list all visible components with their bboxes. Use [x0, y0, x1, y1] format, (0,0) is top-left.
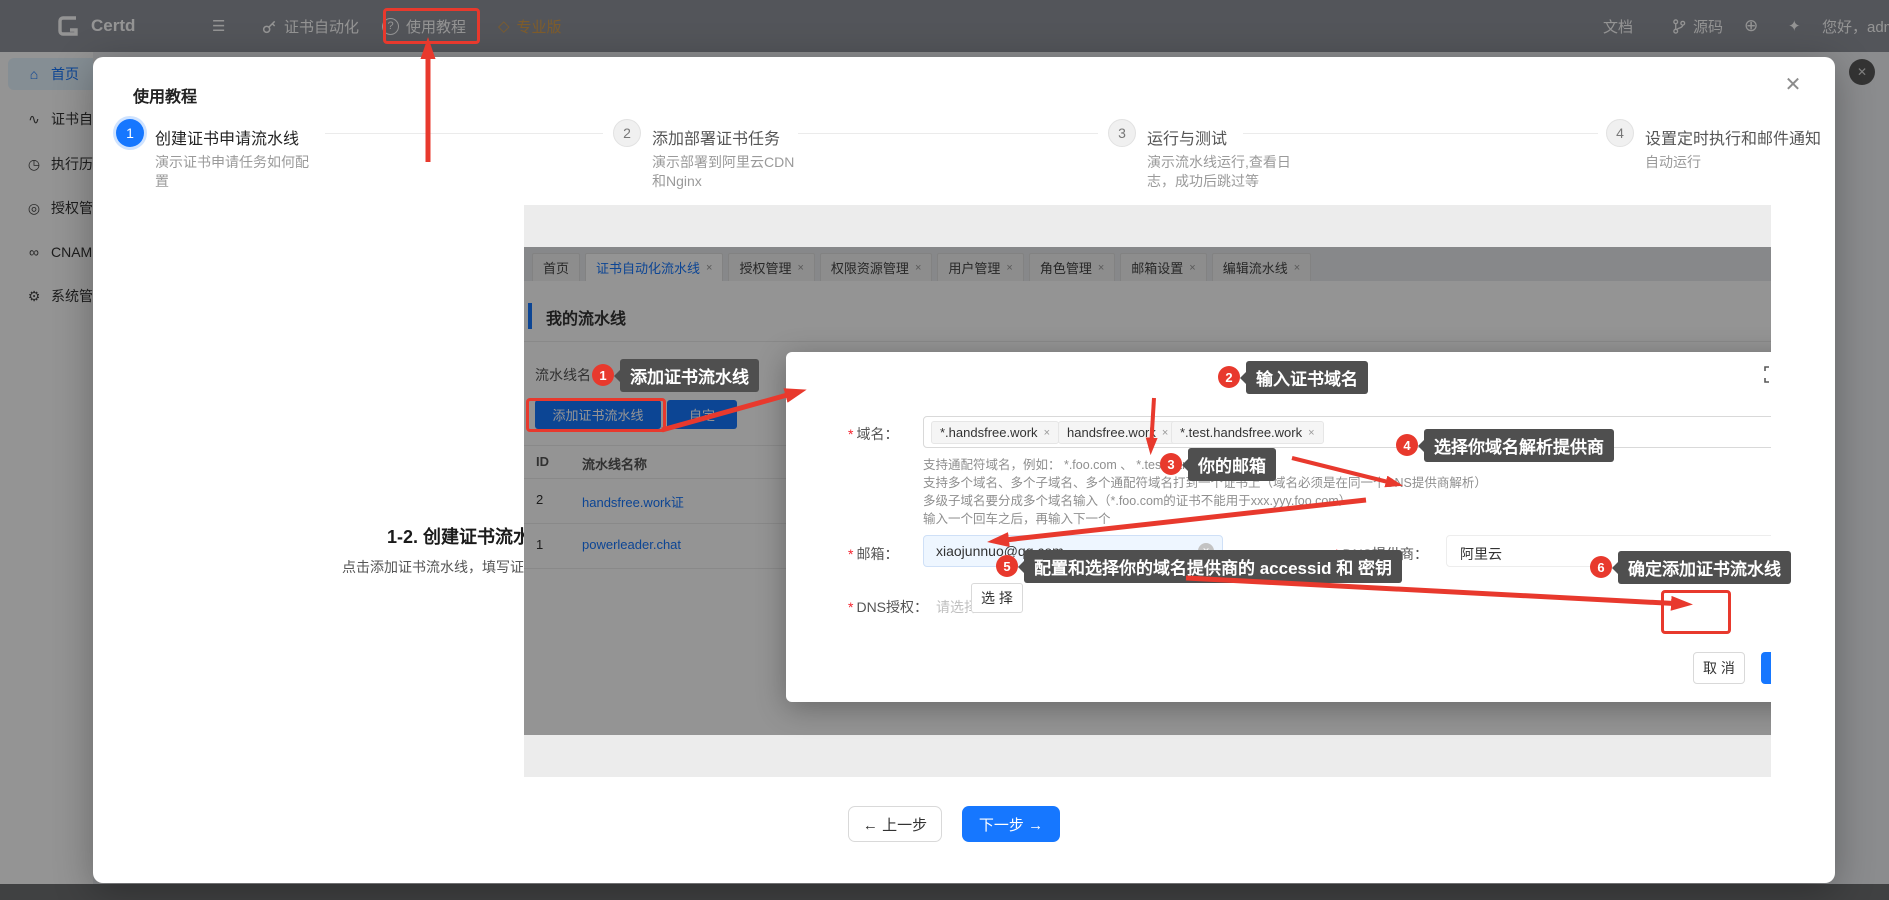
annotation-tip-6: 确定添加证书流水线: [1618, 551, 1791, 584]
annotation-badge-3: 3: [1160, 453, 1182, 475]
step-1-title: 创建证书申请流水线: [155, 125, 299, 149]
tag-close-icon[interactable]: ×: [1044, 427, 1050, 439]
tag-close-icon[interactable]: ×: [1162, 427, 1168, 439]
app-root: Certd ☰ 证书自动化 ? 使用教程 ◇ 专业版 文档 源码 ⊕ ✦ 您好，…: [0, 0, 1889, 900]
demo-top-strip: [524, 205, 1771, 247]
tutorial-modal: 使用教程 ✕ 1 创建证书申请流水线 演示证书申请任务如何配置 2 添加部署证书…: [93, 57, 1835, 883]
confirm-button[interactable]: 确 定: [1761, 652, 1771, 684]
step-connector: [798, 133, 1098, 134]
fullscreen-icon[interactable]: [1764, 366, 1771, 383]
annotation-badge-1: 1: [592, 364, 614, 386]
domain-tag: *.test.handsfree.work×: [1171, 421, 1324, 444]
domain-tag: handsfree.work×: [1058, 421, 1177, 444]
dns-auth-choose-button[interactable]: 选 择: [971, 583, 1023, 613]
step-1-desc: 演示证书申请任务如何配置: [155, 153, 311, 191]
step-4-title: 设置定时执行和邮件通知: [1645, 125, 1821, 149]
step-2-desc: 演示部署到阿里云CDN和Nginx: [652, 153, 808, 191]
add-pipeline-dialog: ✕ *域名： *.handsfree.work× handsfree.work×…: [786, 352, 1771, 702]
modal-close-icon[interactable]: ✕: [1778, 69, 1808, 99]
dns-auth-label: *DNS授权：: [848, 597, 928, 617]
demo-bottom-strip: [524, 735, 1771, 777]
domain-help-line: 多级子域名要分成多个域名输入（*.foo.com的证书不能用于xxx.yyy.f…: [923, 490, 1351, 509]
annotation-tip-1: 添加证书流水线: [620, 359, 759, 392]
annotation-tip-3: 你的邮箱: [1188, 448, 1276, 481]
step-2-circle: 2: [613, 119, 641, 147]
annotation-tip-5: 配置和选择你的域名提供商的 accessid 和 密钥: [1024, 550, 1402, 583]
step-connector: [1243, 133, 1598, 134]
annotation-tip-2: 输入证书域名: [1246, 361, 1368, 394]
annotation-badge-5: 5: [996, 555, 1018, 577]
dns-provider-value: 阿里云: [1460, 544, 1502, 564]
annotation-tip-4: 选择你域名解析提供商: [1424, 429, 1614, 462]
step-1-circle: 1: [116, 119, 144, 147]
step-4-circle: 4: [1606, 119, 1634, 147]
email-label: *邮箱：: [848, 544, 898, 564]
domain-label: *域名：: [848, 424, 898, 444]
step-4-desc: 自动运行: [1645, 153, 1801, 172]
domain-tag: *.handsfree.work×: [931, 421, 1059, 444]
step-connector: [325, 133, 603, 134]
step-3-circle: 3: [1108, 119, 1136, 147]
next-step-button[interactable]: 下一步 →: [962, 806, 1060, 842]
step-2-title: 添加部署证书任务: [652, 125, 780, 149]
domain-help-line: 输入一个回车之后，再输入下一个: [923, 508, 1111, 527]
annotation-badge-6: 6: [1590, 556, 1612, 578]
modal-title: 使用教程: [133, 83, 197, 107]
prev-step-button[interactable]: ← 上一步: [848, 806, 942, 842]
demo-screenshot: 首页 证书自动化流水线× 授权管理× 权限资源管理× 用户管理× 角色管理× 邮…: [524, 205, 1771, 777]
step-3-desc: 演示流水线运行,查看日志，成功后跳过等: [1147, 153, 1303, 191]
cancel-button[interactable]: 取 消: [1693, 652, 1745, 684]
step-3-title: 运行与测试: [1147, 125, 1227, 149]
annotation-badge-4: 4: [1396, 434, 1418, 456]
tag-close-icon[interactable]: ×: [1308, 427, 1314, 439]
annotation-badge-2: 2: [1218, 366, 1240, 388]
